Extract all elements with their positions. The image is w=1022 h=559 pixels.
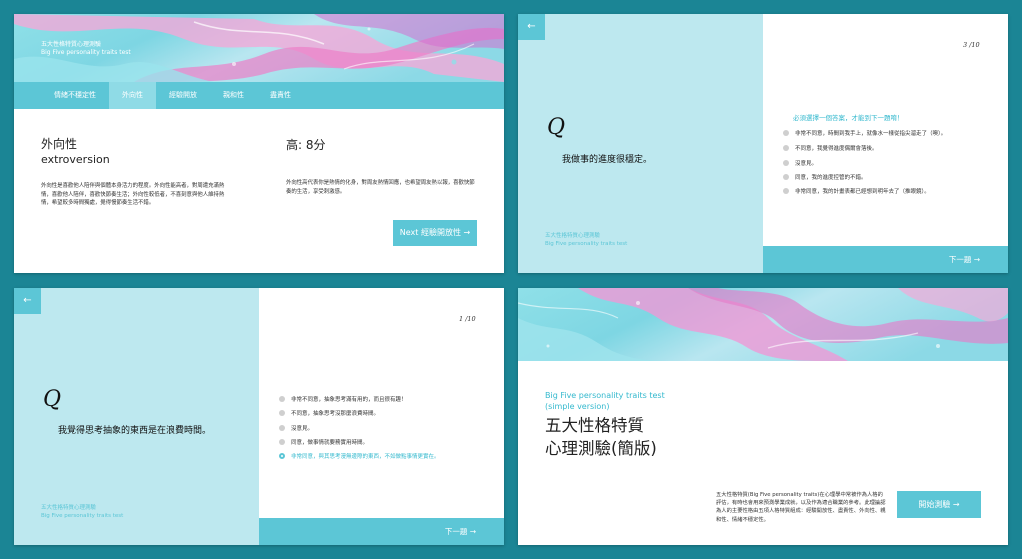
answer-option-4[interactable]: 同意，我的進度控管的不錯。 — [783, 173, 867, 181]
answer-option-5[interactable]: 非常同意，我的計畫表都已經想到明年去了（推眼鏡）。 — [783, 187, 930, 195]
score-description: 外向性高代表你是熱情的化身，對周友熱情回應，也希望周友熱以報，喜歡快節奏的生活，… — [286, 180, 475, 195]
radio-icon — [279, 439, 285, 445]
answer-option-label: 非常不同意，抽象思考滿有用的，而且很有趣！ — [291, 397, 407, 403]
tab-extroversion[interactable]: 外向性 — [109, 82, 156, 109]
start-test-button[interactable]: 開始測驗 → — [897, 491, 981, 518]
result-card: 五大性格特質心理測驗 Big Five personality traits t… — [14, 14, 504, 273]
brand-title: 五大性格特質心理測驗 Big Five personality traits t… — [545, 232, 627, 248]
answer-option-2[interactable]: 不同意，我覺得進度偶爾會落後。 — [783, 144, 878, 152]
back-arrow-icon[interactable]: ← — [518, 14, 545, 40]
answer-option-label: 同意，做事情就要務實用時間。 — [291, 440, 369, 446]
next-question-button[interactable]: 下一題 → — [763, 246, 1008, 273]
trait-title: 外向性 — [41, 137, 78, 151]
brand-title-en: Big Five personality traits test — [545, 241, 628, 247]
back-arrow-icon[interactable]: ← — [14, 288, 41, 314]
intro-title-en-line2: (simple version) — [545, 402, 610, 411]
brand-title-zh: 五大性格特質心理測驗 — [545, 233, 601, 239]
answer-option-label: 不同意，抽象思考沒那麼浪費時間。 — [291, 411, 380, 417]
tab-agreeableness[interactable]: 親和性 — [210, 82, 257, 109]
tab-neuroticism[interactable]: 情緒不穩定性 — [41, 82, 109, 109]
brand-title-zh: 五大性格特質心理測驗 — [41, 41, 102, 48]
answer-option-2[interactable]: 不同意，抽象思考沒那麼浪費時間。 — [279, 409, 379, 417]
question-card-3: ← Q 我做事的進度很穩定。 五大性格特質心理測驗 Big Five perso… — [518, 14, 1008, 273]
radio-icon — [279, 453, 285, 459]
intro-title-en-line1: Big Five personality traits test — [545, 391, 665, 400]
intro-card: Big Five personality traits test (simple… — [518, 288, 1008, 545]
radio-icon — [279, 425, 285, 431]
next-trait-button[interactable]: Next 經驗開放性 → — [393, 220, 477, 246]
answer-option-label: 非常同意，我的計畫表都已經想到明年去了（推眼鏡）。 — [795, 189, 930, 195]
answer-option-3[interactable]: 沒意見。 — [279, 424, 313, 432]
question-counter: 1 /10 — [459, 315, 476, 323]
brand-title-zh: 五大性格特質心理測驗 — [41, 505, 97, 511]
radio-icon — [783, 145, 789, 151]
intro-title-zh-line2: 心理測驗(簡版) — [545, 439, 657, 458]
intro-title-en: Big Five personality traits test (simple… — [545, 390, 665, 412]
tab-conscientiousness[interactable]: 盡責性 — [257, 82, 304, 109]
answer-option-4[interactable]: 同意，做事情就要務實用時間。 — [279, 438, 368, 446]
brand-title-en: Big Five personality traits test — [41, 513, 124, 519]
radio-icon — [783, 130, 789, 136]
radio-icon — [783, 160, 789, 166]
required-warning: 必須選擇一個答案，才能到下一題唷！ — [793, 114, 904, 122]
answer-option-label: 沒意見。 — [291, 426, 314, 432]
question-mark-label: Q — [547, 115, 566, 140]
question-counter: 3 /10 — [963, 41, 980, 49]
brand-title: 五大性格特質心理測驗 Big Five personality traits t… — [41, 41, 131, 57]
answer-option-label: 非常不同意，時間到我手上，就像水一樣從指尖溜走了（噢）。 — [795, 131, 947, 137]
answer-option-1[interactable]: 非常不同意，抽象思考滿有用的，而且很有趣！ — [279, 395, 407, 403]
radio-icon — [279, 396, 285, 402]
answer-option-label: 不同意，我覺得進度偶爾會落後。 — [795, 146, 878, 152]
question-text: 我做事的進度很穩定。 — [562, 155, 653, 165]
brand-title-en: Big Five personality traits test — [41, 49, 131, 56]
radio-icon — [279, 410, 285, 416]
tab-openness[interactable]: 經驗開放 — [156, 82, 210, 109]
question-mark-label: Q — [43, 387, 62, 412]
next-question-button[interactable]: 下一題 → — [259, 518, 504, 545]
question-card-1: ← Q 我覺得思考抽象的東西是在浪費時間。 五大性格特質心理測驗 Big Fiv… — [14, 288, 504, 545]
trait-tab-bar: 情緒不穩定性 外向性 經驗開放 親和性 盡責性 — [14, 82, 504, 109]
trait-description: 外向性是喜歡他人陪伴與個體本身活力的程度。外向性能高者，對周遭充滿熱情，喜歡他人… — [41, 183, 225, 206]
marble-banner — [518, 288, 1008, 361]
answer-option-label: 同意，我的進度控管的不錯。 — [795, 175, 867, 181]
answer-option-label: 非常同意，與其思考漫無邊際的東西，不如做點事情更實在。 — [291, 454, 440, 460]
trait-score: 高: 8分 — [286, 138, 326, 152]
intro-title-zh: 五大性格特質 心理測驗(簡版) — [545, 414, 657, 460]
intro-title-zh-line1: 五大性格特質 — [545, 416, 644, 435]
answer-option-label: 沒意見。 — [795, 161, 818, 167]
radio-icon — [783, 188, 789, 194]
answer-option-5[interactable]: 非常同意，與其思考漫無邊際的東西，不如做點事情更實在。 — [279, 452, 440, 460]
brand-title: 五大性格特質心理測驗 Big Five personality traits t… — [41, 504, 123, 520]
question-text: 我覺得思考抽象的東西是在浪費時間。 — [58, 426, 212, 436]
answer-option-3[interactable]: 沒意見。 — [783, 159, 817, 167]
intro-description: 五大性格特質(Big Five personality traits)在心理學中… — [716, 492, 886, 523]
radio-icon — [783, 174, 789, 180]
answer-option-1[interactable]: 非常不同意，時間到我手上，就像水一樣從指尖溜走了（噢）。 — [783, 129, 946, 137]
trait-subtitle: extroversion — [41, 153, 110, 166]
